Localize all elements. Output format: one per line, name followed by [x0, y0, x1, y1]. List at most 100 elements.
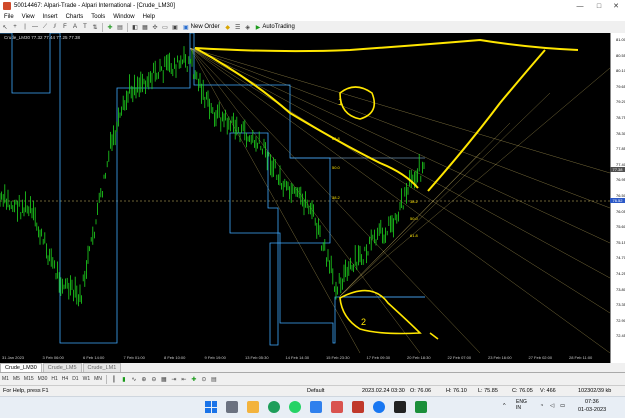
- new-order-button[interactable]: ▣ New Order: [180, 22, 223, 32]
- period-m1[interactable]: M1: [0, 376, 11, 382]
- navigator-icon[interactable]: ✣: [151, 23, 159, 31]
- tab-crude-m30[interactable]: Crude_LM30: [0, 363, 42, 372]
- tester-icon[interactable]: ▣: [171, 23, 179, 31]
- minimize-button[interactable]: —: [571, 0, 589, 12]
- arrows-icon[interactable]: ⇅: [91, 23, 99, 31]
- fib-line: [189, 47, 610, 314]
- terminal-app-icon[interactable]: [394, 401, 406, 413]
- zoom-out-icon[interactable]: ⊖: [150, 375, 158, 383]
- time-tick: 13 Feb 05:30: [245, 355, 269, 360]
- file-explorer-icon[interactable]: [247, 401, 259, 413]
- office-icon[interactable]: [331, 401, 343, 413]
- menu-view[interactable]: View: [18, 14, 39, 20]
- price-tick: 80.10: [615, 68, 625, 74]
- fib-line: [189, 47, 610, 174]
- cursor-icon[interactable]: ↖: [1, 23, 9, 31]
- profiles-icon[interactable]: ▤: [116, 23, 124, 31]
- tile-windows-icon[interactable]: ▦: [160, 375, 168, 383]
- time-tick: 31 Jan 2023: [2, 355, 25, 360]
- label-icon[interactable]: T: [81, 23, 89, 31]
- close-button[interactable]: ✕: [607, 0, 625, 12]
- menu-window[interactable]: Window: [109, 14, 138, 20]
- annotation-2: 2: [361, 317, 366, 327]
- clock-time[interactable]: 07:36: [585, 399, 599, 405]
- vertical-line-icon[interactable]: |: [21, 23, 29, 31]
- candlestick-icon[interactable]: ▮: [120, 375, 128, 383]
- status-time: 2023.02.24 03:30: [362, 388, 405, 394]
- period-h4[interactable]: H4: [60, 376, 70, 382]
- terminal-icon[interactable]: ▭: [161, 23, 169, 31]
- edge-icon[interactable]: [373, 401, 385, 413]
- data-window-icon[interactable]: ▦: [141, 23, 149, 31]
- status-open: O: 76.06: [410, 388, 432, 394]
- periods-menu-icon[interactable]: ⊙: [200, 375, 208, 383]
- line-chart-icon[interactable]: ∿: [130, 375, 138, 383]
- menu-file[interactable]: File: [0, 14, 18, 20]
- fib-label-61-8-right: 61.8: [410, 233, 419, 238]
- market-icon[interactable]: ◈: [244, 23, 252, 31]
- fib-line: [339, 92, 551, 297]
- chart-canvas[interactable]: Crude_LM30 77.32 77.44 77.25 77.38 1 2 6…: [0, 33, 610, 353]
- period-m5[interactable]: M5: [11, 376, 22, 382]
- new-chart-icon[interactable]: ✚: [106, 23, 114, 31]
- wifi-icon[interactable]: ◔: [540, 403, 543, 409]
- price-chart[interactable]: Crude_LM30 77.32 77.44 77.25 77.38 1 2 6…: [0, 33, 610, 363]
- price-tick: 78.75: [615, 115, 625, 120]
- language-indicator[interactable]: ENG IN: [516, 399, 527, 411]
- period-m15[interactable]: M15: [22, 376, 36, 382]
- autoscroll-icon[interactable]: ⇥: [170, 375, 178, 383]
- channel-icon[interactable]: ⫽: [51, 23, 59, 31]
- trend-drawing: [427, 49, 546, 192]
- zoom-in-icon[interactable]: ⊕: [140, 375, 148, 383]
- period-h1[interactable]: H1: [49, 376, 59, 382]
- period-w1[interactable]: W1: [81, 376, 93, 382]
- price-tick: 79.20: [615, 99, 625, 105]
- fib-line: [189, 47, 610, 279]
- templates-icon[interactable]: ▤: [210, 375, 218, 383]
- chart-header: Crude_LM30 77.32 77.44 77.25 77.38: [4, 35, 81, 40]
- crosshair-icon[interactable]: +: [11, 23, 19, 31]
- metatrader-icon[interactable]: [415, 401, 427, 413]
- time-tick: 17 Feb 09:30: [366, 355, 391, 360]
- window-title: 50014467: Alpari-Trade - Alpari Internat…: [14, 3, 175, 9]
- price-tick: 78.30: [615, 130, 625, 136]
- volume-icon[interactable]: ◁: [550, 403, 554, 409]
- title-bar: 50014467: Alpari-Trade - Alpari Internat…: [0, 0, 625, 12]
- menu-insert[interactable]: Insert: [39, 14, 62, 20]
- fibonacci-icon[interactable]: F: [61, 23, 69, 31]
- menu-tools[interactable]: Tools: [87, 14, 109, 20]
- metaeditor-icon[interactable]: ◆: [224, 23, 232, 31]
- whatsapp-icon[interactable]: [289, 401, 301, 413]
- menu-charts[interactable]: Charts: [62, 14, 88, 20]
- clock-date[interactable]: 01-03-2023: [578, 407, 606, 413]
- trendline-icon[interactable]: ⟋: [41, 23, 49, 31]
- current-price-tag: 77.38: [610, 167, 625, 172]
- bar-chart-icon[interactable]: ┃: [110, 375, 118, 383]
- text-icon[interactable]: A: [71, 23, 79, 31]
- indicators-icon[interactable]: ✚: [190, 375, 198, 383]
- windows-start-icon[interactable]: [205, 401, 217, 413]
- market-watch-icon[interactable]: ◧: [131, 23, 139, 31]
- price-tick: 77.85: [615, 146, 625, 152]
- chrome-icon[interactable]: [268, 401, 280, 413]
- chart-shift-icon[interactable]: ⇤: [180, 375, 188, 383]
- battery-icon[interactable]: ▭: [560, 403, 565, 409]
- horizontal-line-icon[interactable]: —: [31, 23, 39, 31]
- taskbar: ^ ENG IN ◔ ◁ ▭ 07:36 01-03-2023: [0, 396, 625, 418]
- period-d1[interactable]: D1: [70, 376, 80, 382]
- cursor-price-tag: 76.52: [610, 198, 625, 203]
- app-icon-red[interactable]: [352, 401, 364, 413]
- autotrading-button[interactable]: ▶ AutoTrading: [253, 22, 298, 32]
- maximize-button[interactable]: □: [590, 0, 608, 12]
- tab-crude-m5[interactable]: Crude_LM5: [42, 363, 82, 372]
- tab-crude-m1[interactable]: Crude_LM1: [82, 363, 122, 372]
- menu-help[interactable]: Help: [139, 14, 159, 20]
- period-mn[interactable]: MN: [92, 376, 104, 382]
- time-tick: 9 Feb 19:00: [204, 355, 226, 360]
- search-icon[interactable]: [226, 401, 238, 413]
- tray-chevron-icon[interactable]: ^: [503, 403, 506, 409]
- period-m30[interactable]: M30: [36, 376, 50, 382]
- signals-icon[interactable]: ☰: [234, 23, 242, 31]
- store-icon[interactable]: [310, 401, 322, 413]
- status-help: For Help, press F1: [3, 388, 49, 394]
